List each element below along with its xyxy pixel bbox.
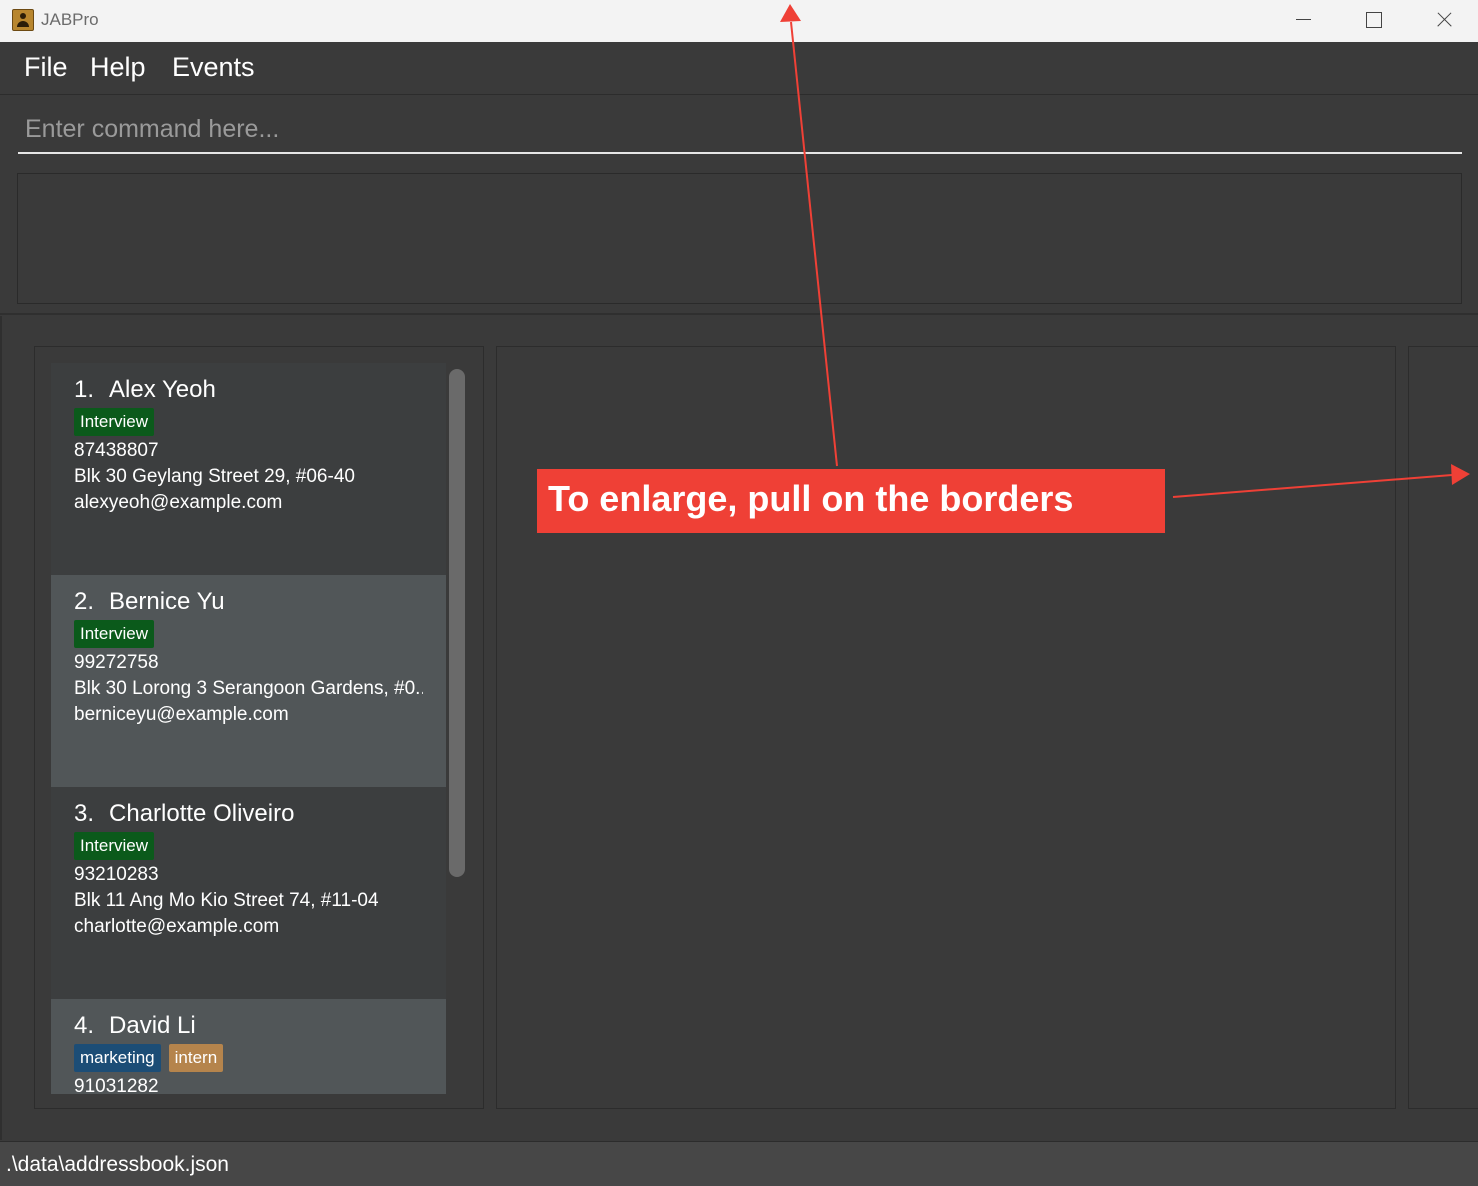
close-button[interactable] [1408, 0, 1478, 40]
maximize-button[interactable] [1338, 0, 1408, 40]
status-bar: .\data\addressbook.json [0, 1141, 1478, 1186]
person-card[interactable]: 1. Alex Yeoh Interview 87438807 Blk 30 Ge… [51, 363, 446, 575]
person-card[interactable]: 4. David Li marketing intern 91031282 [51, 999, 446, 1094]
person-list-panel: 1. Alex Yeoh Interview 87438807 Blk 30 Ge… [34, 346, 484, 1109]
person-phone: 93210283 [74, 864, 159, 885]
status-file-path: .\data\addressbook.json [6, 1153, 229, 1176]
person-list[interactable]: 1. Alex Yeoh Interview 87438807 Blk 30 Ge… [51, 363, 446, 1094]
minimize-button[interactable] [1268, 0, 1338, 40]
person-phone: 99272758 [74, 652, 159, 673]
person-name: David Li [109, 1012, 196, 1039]
person-address: Blk 11 Ang Mo Kio Street 74, #11-04 [74, 890, 379, 911]
side-panel [1408, 346, 1478, 1109]
person-address: Blk 30 Geylang Street 29, #06-40 [74, 466, 355, 487]
menu-file[interactable]: File [24, 52, 68, 83]
person-email: alexyeoh@example.com [74, 492, 283, 513]
person-phone: 87438807 [74, 440, 159, 461]
app-address-book-icon [12, 9, 34, 31]
tag-list: marketing intern [74, 1044, 423, 1074]
person-phone: 91031282 [74, 1076, 159, 1094]
tag-list: Interview [74, 408, 423, 438]
person-name-line: 4. David Li [74, 1011, 423, 1041]
annotation-callout: To enlarge, pull on the borders [537, 469, 1165, 533]
command-box [0, 96, 1478, 164]
tag-interview: Interview [74, 620, 155, 648]
person-name-line: 3. Charlotte Oliveiro [74, 799, 423, 829]
tag-intern: intern [168, 1044, 224, 1072]
person-name-line: 1. Alex Yeoh [74, 375, 423, 405]
window-title: JABPro [41, 10, 99, 29]
menu-bar: File Help Events [0, 42, 1478, 95]
annotation-text: To enlarge, pull on the borders [548, 478, 1074, 519]
list-scrollbar[interactable] [449, 369, 465, 877]
title-bar[interactable]: JABPro [0, 0, 1478, 42]
tag-interview: Interview [74, 832, 155, 860]
person-name: Bernice Yu [109, 588, 225, 615]
tag-interview: Interview [74, 408, 155, 436]
tag-marketing: marketing [74, 1044, 161, 1072]
menu-events[interactable]: Events [172, 52, 255, 83]
person-address: Blk 30 Lorong 3 Serangoon Gardens, #0... [74, 678, 423, 699]
person-email: berniceyu@example.com [74, 704, 289, 725]
result-display[interactable] [17, 173, 1462, 304]
main-area: 1. Alex Yeoh Interview 87438807 Blk 30 Ge… [0, 316, 1478, 1140]
person-index: 2. [74, 588, 95, 615]
result-display-container [0, 164, 1478, 315]
person-email: charlotte@example.com [74, 916, 280, 937]
tag-list: Interview [74, 620, 423, 650]
person-card[interactable]: 3. Charlotte Oliveiro Interview 93210283 … [51, 787, 446, 999]
person-card[interactable]: 2. Bernice Yu Interview 99272758 Blk 30 L… [51, 575, 446, 787]
person-index: 3. [74, 800, 95, 827]
detail-panel [496, 346, 1396, 1109]
person-name: Alex Yeoh [109, 376, 216, 403]
person-name-line: 2. Bernice Yu [74, 587, 423, 617]
person-name: Charlotte Oliveiro [109, 800, 295, 827]
tag-list: Interview [74, 832, 423, 862]
menu-help[interactable]: Help [90, 52, 146, 83]
person-index: 4. [74, 1012, 95, 1039]
person-index: 1. [74, 376, 95, 403]
command-input[interactable] [18, 106, 1462, 154]
